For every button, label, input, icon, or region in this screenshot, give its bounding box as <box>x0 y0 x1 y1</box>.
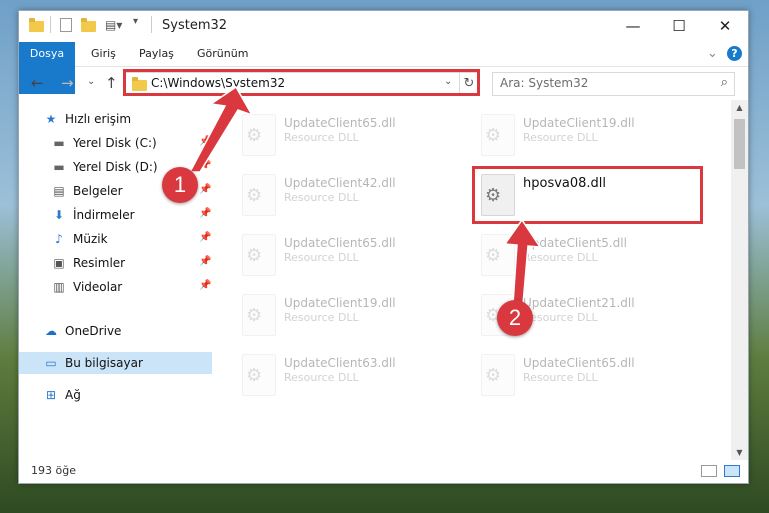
step-2-badge: 2 <box>497 300 533 336</box>
step-1-badge: 1 <box>162 167 198 203</box>
annotation-arrows <box>188 85 542 305</box>
arrow-2-icon <box>503 218 542 305</box>
arrow-1-icon <box>188 85 254 173</box>
